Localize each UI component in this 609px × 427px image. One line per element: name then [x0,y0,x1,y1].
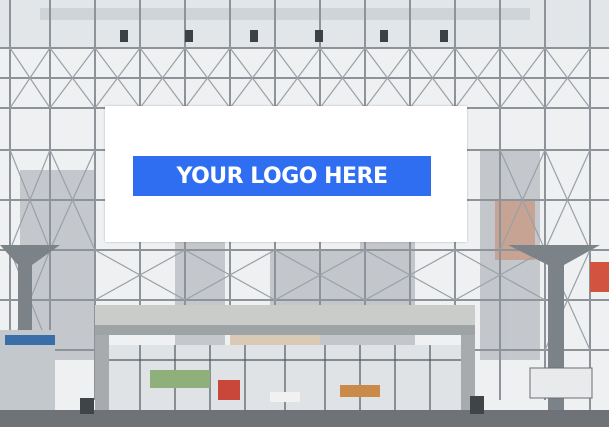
logo-placeholder: YOUR LOGO HERE [133,156,431,196]
atrium-scene: YOUR LOGO HERE [0,0,609,427]
logo-text: YOUR LOGO HERE [176,163,388,189]
billboard-panel: YOUR LOGO HERE [105,106,467,242]
